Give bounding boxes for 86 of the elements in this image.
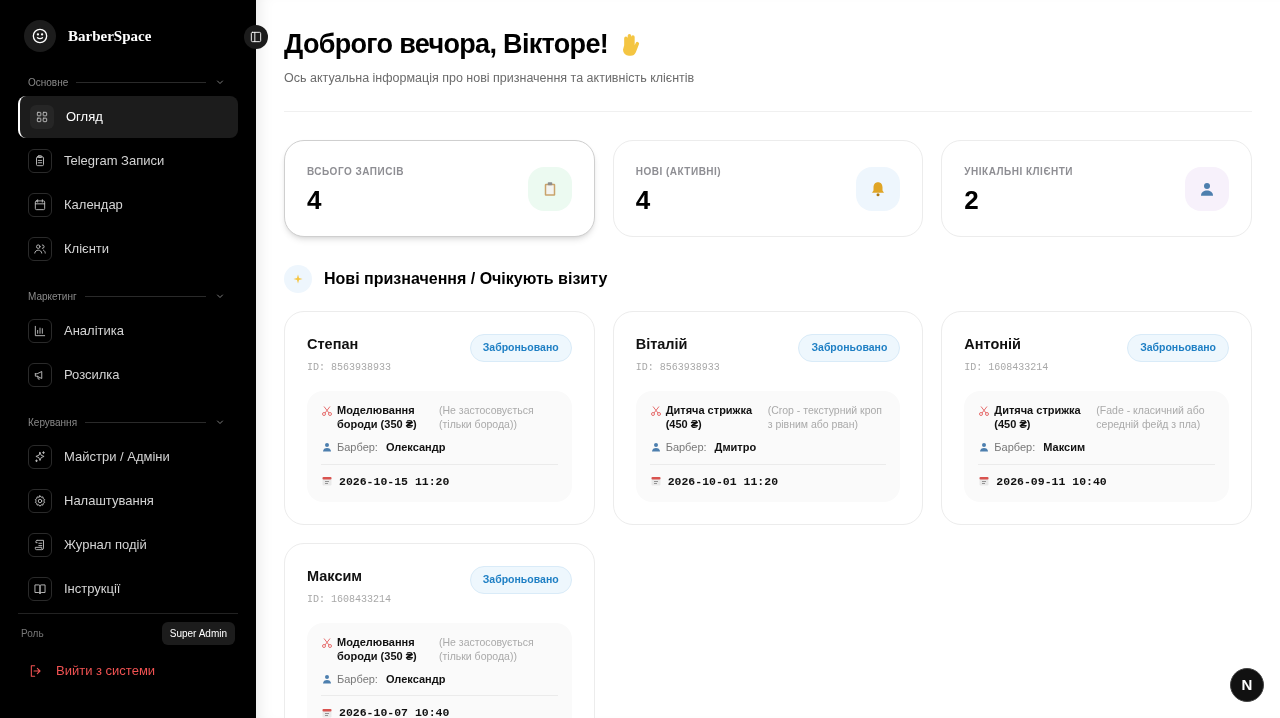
appointment-datetime: 2026-10-15 11:20 [339, 473, 450, 490]
nav-item[interactable]: Календар [18, 184, 238, 226]
section-label: Основне [28, 75, 69, 90]
nav-item[interactable]: Клієнти [18, 228, 238, 270]
collapse-sidebar-button[interactable] [244, 25, 268, 49]
service-name: Моделювання бороди (350 ₴) [337, 634, 418, 663]
status-badge: Заброньовано [798, 334, 901, 362]
barber-name: Дмитро [714, 440, 757, 455]
barber-label: Барбер: [665, 440, 707, 455]
user-icon [978, 441, 991, 454]
calendar-icon [321, 475, 333, 488]
section-title: Нові призначення / Очікують візиту [324, 269, 608, 290]
nav-item[interactable]: Telegram Записи [18, 140, 238, 182]
nav-item[interactable]: Аналітика [18, 310, 238, 352]
nav-item[interactable]: Майстри / Адміни [18, 436, 238, 478]
smiley-icon [30, 26, 50, 46]
book-icon [33, 582, 47, 596]
appointment-datetime: 2026-09-11 10:40 [996, 473, 1107, 490]
sidebar-toggle-icon [249, 30, 263, 44]
user-icon [321, 672, 333, 685]
grid-icon [35, 110, 49, 124]
client-name: Максим [307, 566, 364, 586]
sparkles-icon [33, 450, 47, 464]
nav-item[interactable]: Налаштування [18, 480, 238, 522]
stat-value: 4 [307, 187, 323, 214]
service-name: Дитяча стрижка (450 ₴) [994, 403, 1082, 431]
scissors-icon [978, 405, 991, 417]
client-id: ID: 8563938933 [307, 361, 391, 375]
scissors-icon [321, 636, 333, 649]
status-badge: Заброньовано [1127, 334, 1229, 362]
barber-label: Барбер: [337, 440, 378, 455]
client-name: Степан [307, 335, 360, 355]
clipboard-icon [33, 154, 47, 168]
calendar-icon [978, 475, 991, 488]
stat-card[interactable]: ВСЬОГО ЗАПИСІВ 4 [284, 140, 595, 238]
stat-label: НОВІ (АКТИВНІ) [635, 165, 722, 180]
logout-link[interactable]: Вийти з системи [18, 661, 238, 681]
floating-action-button[interactable]: N [1230, 668, 1264, 702]
bar-chart-icon [33, 324, 47, 338]
brand-name: BarberSpace [68, 26, 152, 46]
appointment-datetime: 2026-10-01 11:20 [667, 473, 779, 490]
section-label: Керування [28, 415, 78, 430]
calendar-icon [321, 706, 333, 718]
service-note: (Fade - класичний або середній фейд з пла) [1096, 403, 1206, 431]
user-icon [321, 441, 333, 454]
scissors-icon [321, 405, 333, 417]
nav-item[interactable]: Журнал подій [18, 524, 238, 566]
calendar-icon [33, 198, 47, 212]
section-label: Маркетинг [28, 289, 77, 304]
nav-item[interactable]: Розсилка [18, 354, 238, 396]
service-name: Моделювання бороди (350 ₴) [337, 403, 418, 431]
nav-item[interactable]: Інструкції [18, 568, 238, 610]
appointment-datetime: 2026-10-07 10:40 [339, 705, 450, 718]
calendar-icon [649, 475, 662, 488]
barber-name: Олександр [385, 440, 446, 455]
service-note: (Не застосовується (тільки борода)) [439, 403, 535, 431]
stat-label: ВСЬОГО ЗАПИСІВ [307, 165, 404, 180]
service-note: (Crop - текстурний кроп з рівним або рван) [767, 403, 884, 431]
stat-value: 2 [964, 187, 980, 214]
scissors-icon [649, 405, 662, 417]
barber-label: Барбер: [994, 440, 1036, 455]
stat-card[interactable]: УНІКАЛЬНІ КЛІЄНТИ 2 [941, 140, 1252, 238]
role-label: Роль [21, 627, 44, 641]
client-name: Антоній [964, 335, 1023, 355]
stat-card[interactable]: НОВІ (АКТИВНІ) 4 [612, 140, 924, 238]
user-icon [649, 441, 662, 454]
service-name: Дитяча стрижка (450 ₴) [665, 403, 754, 431]
client-name: Віталій [635, 335, 689, 355]
page-subtitle: Ось актуальна інформація про нові призначення та активність клієнтів [284, 69, 696, 87]
gear-icon [33, 494, 47, 508]
barber-name: Максим [1043, 440, 1086, 455]
client-id: ID: 1608433214 [307, 592, 391, 607]
users-icon [33, 242, 47, 256]
stat-value: 4 [635, 187, 652, 214]
page-title: Доброго вечора, Вікторе! [284, 28, 609, 61]
role-badge: Super Admin [161, 622, 235, 645]
barber-name: Олександр [385, 671, 446, 687]
stat-label: УНІКАЛЬНІ КЛІЄНТИ [964, 165, 1073, 180]
status-badge: Заброньовано [469, 565, 572, 594]
scroll-icon [33, 538, 47, 552]
barber-label: Барбер: [337, 671, 378, 687]
client-id: ID: 1608433214 [964, 361, 1049, 375]
status-badge: Заброньовано [469, 334, 572, 362]
client-id: ID: 8563938933 [635, 361, 720, 375]
nav-item[interactable]: Огляд [18, 96, 238, 138]
service-note: (Не застосовується (тільки борода)) [439, 634, 535, 663]
